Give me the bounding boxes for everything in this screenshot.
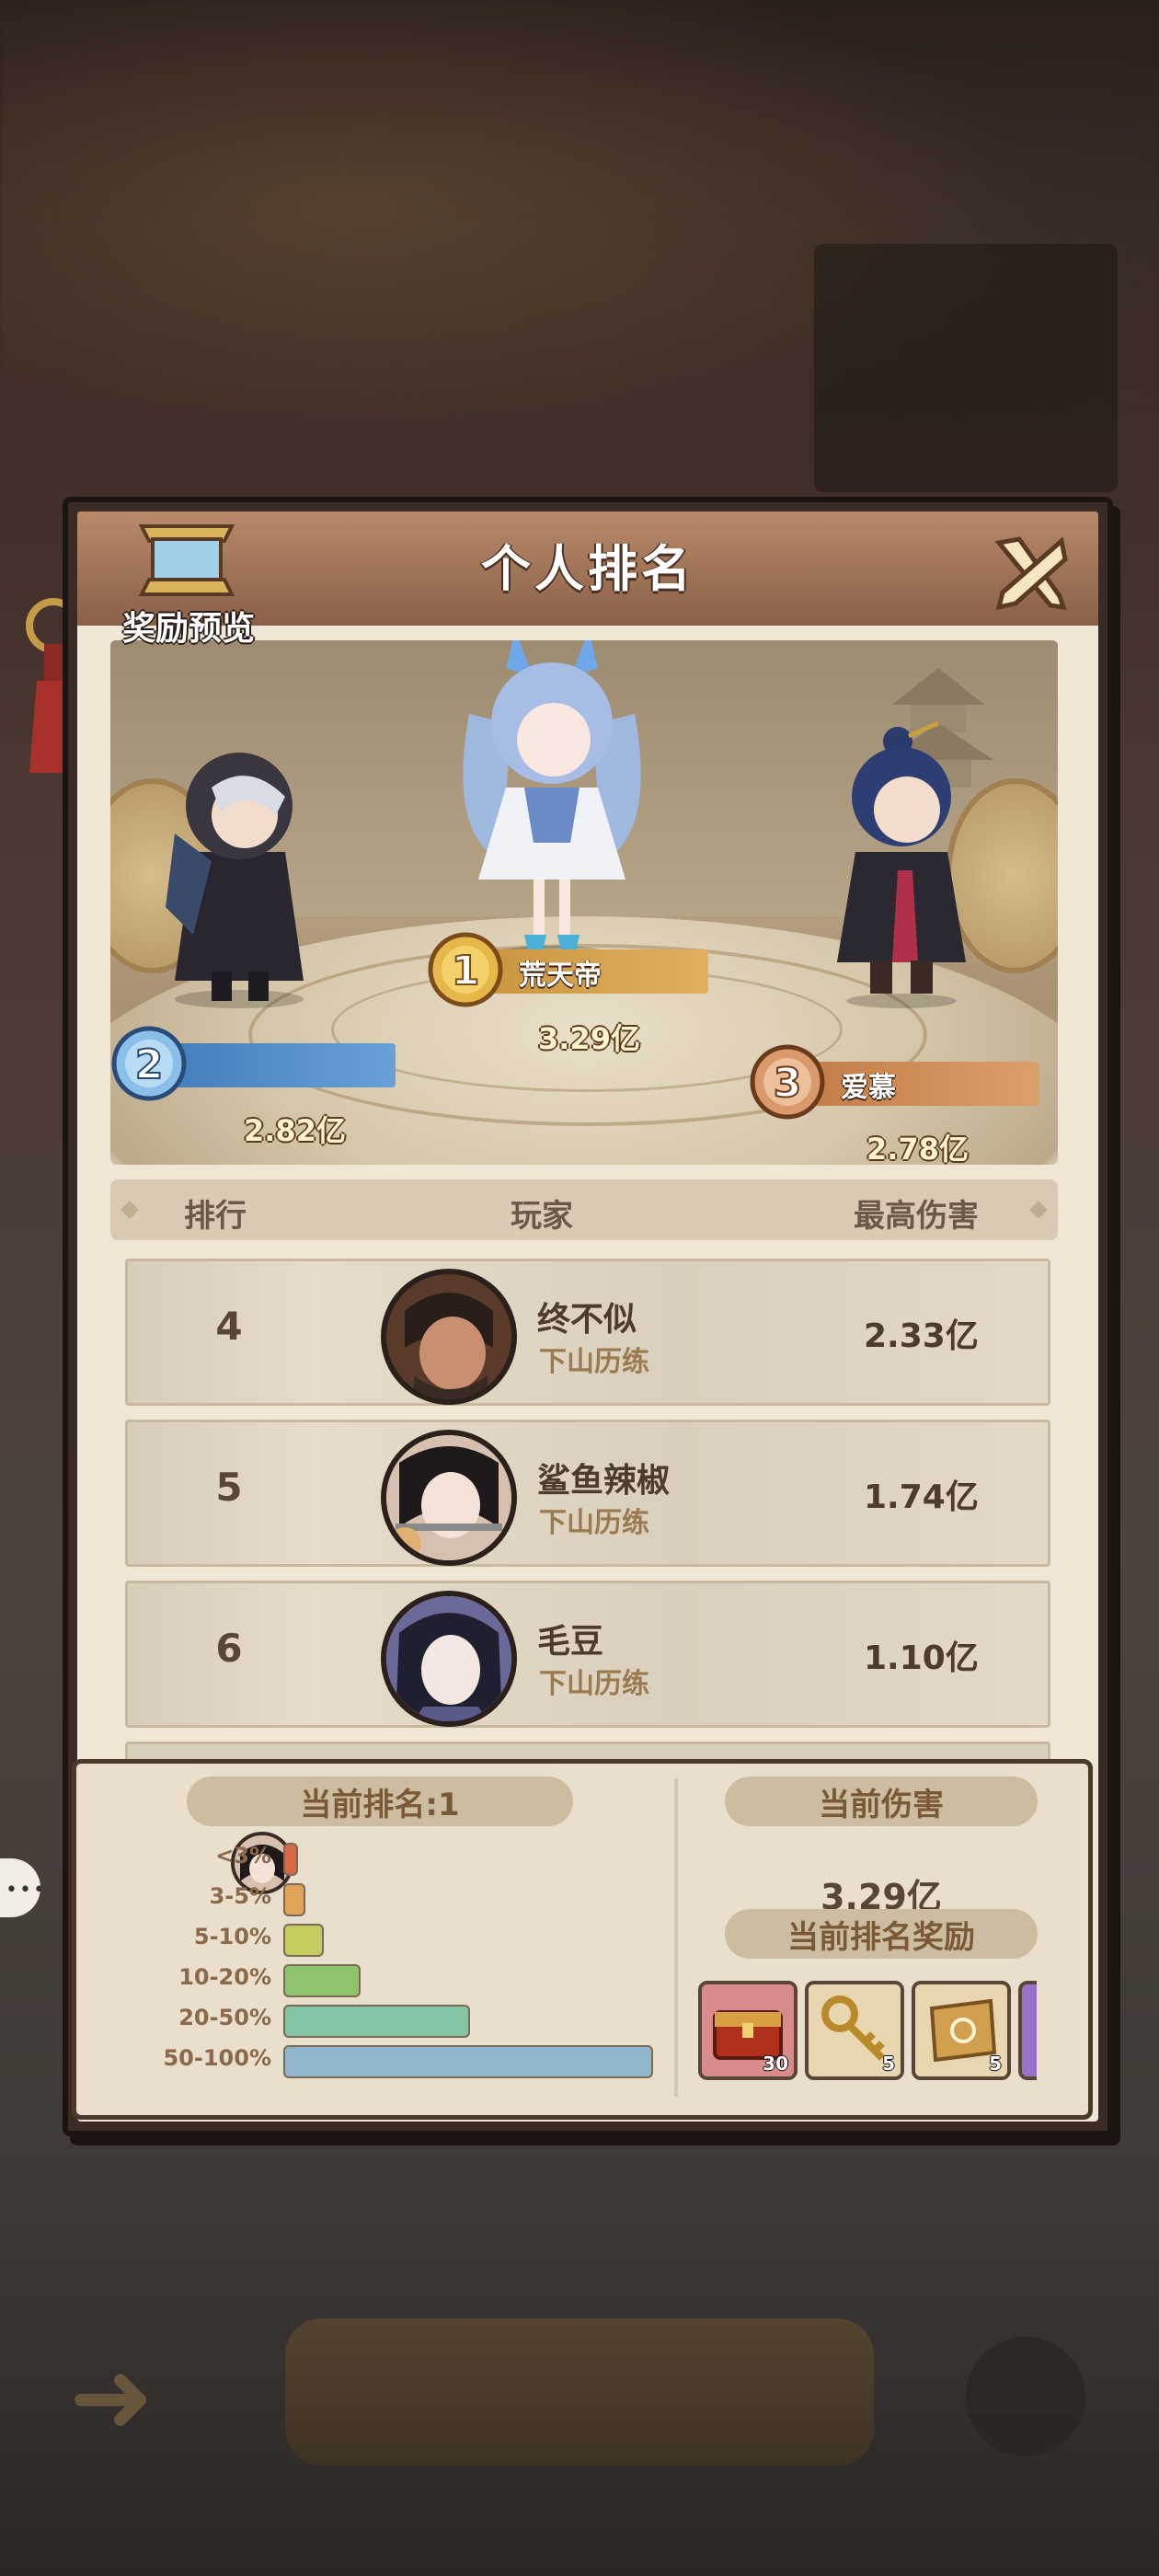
player-name: 鲨鱼辣椒 [537, 1462, 671, 1500]
current-damage-pill: 当前伤害 [725, 1777, 1038, 1826]
row-rank: 6 [215, 1626, 243, 1671]
table-row[interactable]: 5 鲨鱼辣椒 下山历练 1.74亿 [125, 1420, 1050, 1567]
reward-item[interactable]: 5 [912, 1981, 1011, 2080]
reward-item[interactable]: 5 [805, 1981, 904, 2080]
player-avatar[interactable] [381, 1269, 517, 1405]
rank1-medal-icon: 1 [428, 932, 503, 1007]
current-damage-label: 当前伤害 [819, 1786, 944, 1823]
rank2-damage: 2.82亿 [244, 1113, 346, 1148]
current-rank-panel: 当前排名:1 <3% 3-5% 5-10% 10-20% 20-50% 50-100% 当… [72, 1759, 1093, 2120]
player-damage: 1.10亿 [864, 1639, 979, 1677]
player-title: 下山历练 [539, 1346, 649, 1378]
rank3-name: 爱慕 [841, 1072, 896, 1104]
reward-preview-button[interactable]: 奖励预览 [110, 512, 267, 648]
podium-stage: 1 荒天帝 3.29亿 2 2.82亿 3 爱慕 2.78亿 [110, 640, 1058, 1165]
purple-item-icon [1022, 1984, 1037, 2076]
rank2-medal-icon: 2 [111, 1026, 187, 1101]
current-reward-pill: 当前排名奖励 [725, 1909, 1038, 1959]
distribution-bar [283, 1964, 361, 1997]
background-round-button [966, 2337, 1085, 2456]
reward-item[interactable]: 30 [698, 1981, 798, 2080]
player-title: 下山历练 [539, 1507, 649, 1539]
player-name: 终不似 [537, 1301, 637, 1339]
player-avatar[interactable] [381, 1430, 517, 1566]
rank3-medal-icon: 3 [750, 1044, 825, 1120]
close-icon[interactable] [988, 530, 1073, 615]
current-rank-pill: 当前排名:1 [187, 1777, 573, 1826]
background-button [285, 2318, 874, 2466]
ranking-list-header: 排行 玩家 最高伤害 [110, 1179, 1058, 1240]
reward-count: 5 [882, 2053, 895, 2075]
svg-text:3: 3 [774, 1060, 802, 1107]
distribution-label: 10-20% [178, 1964, 271, 1990]
header-rank: 排行 [184, 1198, 247, 1235]
distribution-bar [283, 1924, 324, 1957]
reward-item-partial[interactable] [1018, 1981, 1037, 2080]
table-row[interactable]: 4 终不似 下山历练 2.33亿 [125, 1259, 1050, 1406]
rank1-character[interactable] [432, 640, 671, 962]
distribution-label: 5-10% [193, 1924, 271, 1949]
reward-count: 5 [989, 2053, 1002, 2075]
rank1-name: 荒天帝 [519, 960, 602, 992]
distribution-bar [283, 2005, 470, 2038]
distribution-bar [283, 1843, 298, 1876]
player-damage: 1.74亿 [864, 1478, 979, 1516]
distribution-label: 3-5% [209, 1883, 271, 1909]
distribution-bar [283, 1883, 305, 1916]
rank3-character[interactable] [809, 714, 993, 1008]
rank2-character[interactable] [156, 723, 322, 1008]
table-row[interactable]: 6 毛豆 下山历练 1.10亿 [125, 1581, 1050, 1728]
distribution-label: <3% [215, 1843, 271, 1869]
svg-text:2: 2 [135, 1041, 164, 1088]
distribution-bar [283, 2045, 653, 2078]
header-damage: 最高伤害 [854, 1198, 979, 1235]
header-player: 玩家 [511, 1198, 573, 1235]
player-name: 毛豆 [537, 1623, 604, 1661]
chat-button[interactable]: ••• [0, 1858, 45, 1917]
background-panel [814, 244, 1118, 492]
row-rank: 5 [215, 1465, 243, 1510]
current-rank-label: 当前排名:1 [300, 1786, 460, 1823]
reward-preview-label: 奖励预览 [121, 610, 255, 648]
row-rank: 4 [215, 1304, 243, 1349]
background-back-arrow: ➜ [69, 2338, 155, 2455]
scroll-icon [138, 524, 235, 596]
rank3-banner: 3 爱慕 [745, 1044, 1058, 1120]
player-avatar[interactable] [381, 1591, 517, 1727]
distribution-label: 20-50% [178, 2005, 271, 2030]
svg-text:1: 1 [452, 948, 480, 995]
rank1-banner: 1 荒天帝 [423, 932, 717, 1007]
reward-count: 30 [763, 2053, 788, 2075]
current-reward-label: 当前排名奖励 [787, 1918, 975, 1956]
player-title: 下山历练 [539, 1668, 649, 1700]
distribution-label: 50-100% [163, 2045, 271, 2071]
rank3-damage: 2.78亿 [866, 1132, 969, 1165]
rank1-damage: 3.29亿 [538, 1021, 640, 1056]
player-damage: 2.33亿 [864, 1317, 979, 1355]
rank2-banner: 2 [110, 1026, 414, 1101]
